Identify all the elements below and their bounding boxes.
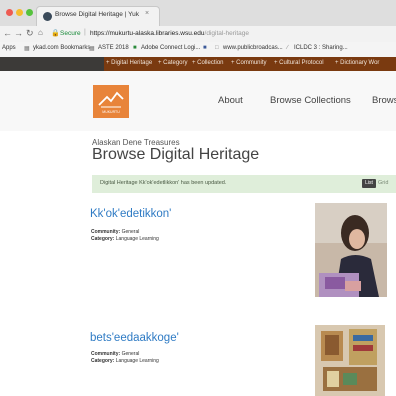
grid-view-button[interactable]: Grid — [378, 180, 388, 186]
minimize-window-icon[interactable] — [16, 9, 23, 16]
bookmark-aste[interactable]: ASTE 2018 — [98, 45, 129, 51]
item-category: Category: Language Learning — [91, 236, 159, 242]
facebook-icon[interactable]: ■ — [203, 45, 207, 51]
favicon-icon — [43, 12, 52, 21]
menu-cultural-protocol[interactable]: + Cultural Protocol — [274, 60, 324, 66]
category-label: Category: — [91, 236, 115, 242]
bookmark-adobe[interactable]: Adobe Connect Logi... — [141, 45, 200, 51]
menu-category[interactable]: + Category — [158, 60, 188, 66]
url-path: /digital-heritage — [204, 30, 249, 37]
page-title: Browse Digital Heritage — [92, 146, 260, 163]
community-value: General — [121, 351, 140, 357]
item-community: Community: General — [91, 229, 139, 235]
lock-icon: 🔒 — [51, 30, 60, 37]
menu-community[interactable]: + Community — [231, 60, 267, 66]
item-thumbnail[interactable] — [315, 325, 385, 396]
item-title-link[interactable]: bets'eedaakkoge' — [90, 332, 179, 344]
bookmark-ykad[interactable]: ykad.com Bookmarks — [33, 45, 90, 51]
item-title-link[interactable]: Kk'ok'edetikkon' — [90, 208, 171, 220]
item-community: Community: General — [91, 351, 139, 357]
menu-collection[interactable]: + Collection — [192, 60, 224, 66]
item-thumbnail[interactable] — [315, 203, 387, 297]
tab-title: Browse Digital Heritage | Yuk — [55, 11, 139, 18]
community-label: Community: — [91, 351, 121, 357]
browser-tab[interactable]: Browse Digital Heritage | Yuk × — [36, 6, 160, 27]
item-thumbnail-image — [315, 203, 387, 297]
alert-message: Digital Heritage Kk'ok'edetlikkon' has b… — [100, 180, 227, 186]
forward-icon[interactable]: → — [14, 28, 23, 38]
home-icon[interactable]: ⌂ — [38, 28, 43, 37]
secure-label: Secure — [60, 30, 81, 37]
menu-digital-heritage[interactable]: + Digital Heritage — [106, 60, 152, 66]
adobe-icon: ■ — [133, 45, 137, 51]
nav-about[interactable]: About — [218, 95, 243, 106]
back-icon[interactable]: ← — [3, 28, 12, 38]
bookmark-folder-icon: ▦ — [24, 46, 30, 52]
nav-browse-collections[interactable]: Browse Collections — [270, 95, 351, 106]
mukurtu-logo[interactable]: MUKURTU — [93, 85, 129, 118]
item-category: Category: Language Learning — [91, 358, 159, 364]
bookmark-folder-icon: ▦ — [89, 46, 95, 52]
community-value: General — [121, 229, 140, 235]
tab-close-icon[interactable]: × — [145, 10, 149, 17]
item-thumbnail-image — [315, 325, 385, 396]
url-input[interactable]: https://mukurtu-alaska.libraries.wsu.edu… — [90, 30, 249, 37]
reload-icon[interactable]: ↻ — [26, 28, 34, 39]
status-alert: Digital Heritage Kk'ok'edetlikkon' has b… — [92, 175, 396, 193]
nav-browse[interactable]: Brows — [372, 95, 396, 106]
category-label: Category: — [91, 358, 115, 364]
close-window-icon[interactable] — [6, 9, 13, 16]
list-view-button[interactable]: List — [362, 179, 376, 188]
url-separator: | — [84, 29, 86, 36]
site-admin-menu: + Digital Heritage + Category + Collecti… — [0, 57, 396, 71]
bookmarks-bar: Apps ▦ ykad.com Bookmarks ▦ ASTE 2018 ■ … — [0, 42, 396, 58]
page-icon: ∕ — [287, 45, 289, 51]
category-value: Language Learning — [115, 236, 159, 242]
logo-text: MUKURTU — [102, 110, 120, 114]
bookmark-apps[interactable]: Apps — [2, 45, 16, 51]
page-icon: □ — [215, 45, 219, 51]
maximize-window-icon[interactable] — [26, 9, 33, 16]
site-admin-menu-items: + Digital Heritage + Category + Collecti… — [104, 57, 396, 71]
bookmark-publicbroadcast[interactable]: www.publicbroadcas... — [223, 45, 283, 51]
bookmark-icldc[interactable]: ICLDC 3 : Sharing... — [294, 45, 348, 51]
url-domain: https://mukurtu-alaska.libraries.wsu.edu — [90, 30, 205, 37]
community-label: Community: — [91, 229, 121, 235]
category-value: Language Learning — [115, 358, 159, 364]
address-bar-row: ← → ↻ ⌂ 🔒 Secure | https://mukurtu-alask… — [0, 26, 396, 42]
menu-dictionary-word[interactable]: + Dictionary Wor — [335, 60, 379, 66]
browser-tab-bar: Browse Digital Heritage | Yuk × — [0, 0, 396, 27]
